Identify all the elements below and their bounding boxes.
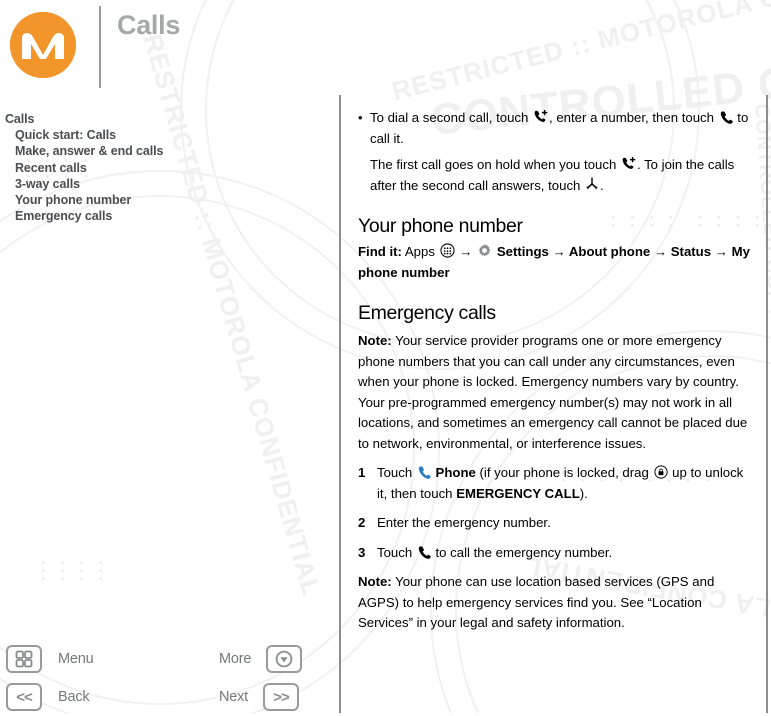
double-left-arrow-icon[interactable]: <<	[6, 683, 42, 711]
sidebar-item-emergency-calls[interactable]: Emergency calls	[5, 208, 325, 224]
bullet-text-part2: , enter a number, then touch	[549, 110, 718, 125]
nav-row-primary: Menu More	[0, 640, 330, 678]
apps-grid-icon	[440, 243, 455, 258]
note-label: Note:	[358, 333, 392, 348]
about-phone-label: About phone	[568, 244, 651, 259]
settings-label: Settings	[496, 244, 549, 259]
menu-label: Menu	[58, 651, 94, 667]
add-call-icon	[533, 109, 548, 124]
back-label: Back	[58, 689, 90, 705]
note-emergency-numbers: Note: Your service provider programs one…	[358, 331, 754, 454]
header-divider	[99, 6, 101, 88]
sidebar-item-make-answer-end-calls[interactable]: Make, answer & end calls	[5, 143, 325, 159]
bottom-navigation: Menu More << Back Next >>	[0, 636, 340, 713]
step1-part6: ).	[579, 485, 588, 501]
sidebar-item-recent-calls[interactable]: Recent calls	[5, 160, 325, 176]
sidebar-item-quick-start-calls[interactable]: Quick start: Calls	[5, 127, 325, 143]
sidebar-item-calls[interactable]: Calls	[5, 111, 325, 127]
content-divider-right	[766, 95, 768, 713]
step-item: 2 Enter the emergency number.	[358, 513, 754, 534]
page-title: Calls	[117, 10, 181, 40]
apps-label: Apps	[404, 244, 435, 259]
merge-calls-icon	[585, 177, 599, 192]
step1-part1: Touch	[377, 465, 416, 480]
bullet-text-part1: To dial a second call, touch	[370, 110, 533, 125]
phone-icon	[719, 110, 733, 124]
back-button[interactable]: << Back	[6, 683, 90, 711]
step1-part3: (if your phone is locked, drag	[475, 465, 653, 480]
content-divider-left	[339, 95, 341, 713]
lock-circle-icon	[653, 465, 668, 479]
sub-para-part3: .	[600, 177, 604, 193]
sub-para-part1: The first call goes on hold when you tou…	[370, 157, 620, 172]
grid-menu-icon[interactable]	[6, 645, 42, 673]
section-heading-emergency-calls: Emergency calls	[358, 302, 496, 324]
emergency-call-steps: 1 Touch Phone (if your phone is locked, …	[358, 463, 754, 563]
step-number: 3	[358, 544, 366, 560]
step-text: Touch Phone (if your phone is locked, dr…	[377, 463, 754, 504]
note-text: Your service provider programs one or mo…	[358, 333, 748, 451]
next-label: Next	[219, 689, 249, 705]
find-it-path-phone-number: Find it: Apps → Settings → About phone →…	[358, 242, 754, 283]
path-arrow-1: →	[459, 244, 473, 259]
path-arrow-3: →	[653, 244, 668, 259]
next-glyph: >>	[273, 688, 290, 706]
step1-phone-bold: Phone	[435, 465, 476, 480]
step-item: 1 Touch Phone (if your phone is locked, …	[358, 463, 754, 504]
phone-icon	[417, 545, 431, 559]
step-text: Touch to call the emergency number.	[377, 543, 754, 564]
back-glyph: <<	[16, 688, 33, 706]
note-location-services: Note: Your phone can use location based …	[358, 572, 754, 634]
step3-part1: Touch	[377, 544, 416, 560]
sidebar-item-3-way-calls[interactable]: 3-way calls	[5, 176, 325, 192]
phone-icon-blue	[417, 465, 431, 479]
main-content: • To dial a second call, touch , enter a…	[358, 108, 754, 634]
nav-row-secondary: << Back Next >>	[0, 678, 330, 716]
gear-icon	[477, 243, 492, 258]
path-arrow-4: →	[714, 244, 728, 259]
note-text: Your phone can use location based servic…	[358, 574, 715, 630]
step-number: 2	[358, 515, 366, 530]
bullet-item-dial-second-call: • To dial a second call, touch , enter a…	[358, 108, 754, 149]
section-heading-your-phone-number: Your phone number	[358, 215, 523, 237]
chevron-down-circle-icon[interactable]	[266, 645, 303, 673]
step-item: 3 Touch to call the emergency number.	[358, 543, 754, 564]
manual-page: Calls Calls Quick start: Calls Make, ans…	[0, 0, 771, 713]
note-label: Note:	[358, 574, 392, 589]
step-text: Enter the emergency number.	[377, 515, 551, 530]
sidebar-toc: Calls Quick start: Calls Make, answer & …	[5, 111, 325, 224]
paragraph-first-call-hold: The first call goes on hold when you tou…	[370, 155, 754, 196]
more-button[interactable]: More	[219, 645, 303, 673]
next-button[interactable]: Next >>	[219, 683, 300, 711]
step-number: 1	[358, 465, 366, 480]
bullet-marker: •	[358, 110, 363, 125]
more-label: More	[219, 651, 252, 667]
motorola-m-logo-icon	[10, 12, 76, 78]
bullet-text: To dial a second call, touch , enter a n…	[370, 108, 754, 149]
sidebar-item-your-phone-number[interactable]: Your phone number	[5, 192, 325, 208]
find-it-label: Find it:	[358, 244, 402, 259]
status-label: Status	[670, 244, 712, 259]
path-arrow-2: →	[552, 244, 566, 259]
double-right-arrow-icon[interactable]: >>	[263, 683, 300, 711]
page-header: Calls	[0, 0, 340, 92]
step3-part2: to call the emergency number.	[431, 544, 613, 560]
menu-button[interactable]: Menu	[6, 645, 94, 673]
emergency-call-label: EMERGENCY CALL	[456, 485, 580, 501]
add-call-icon	[621, 156, 636, 171]
